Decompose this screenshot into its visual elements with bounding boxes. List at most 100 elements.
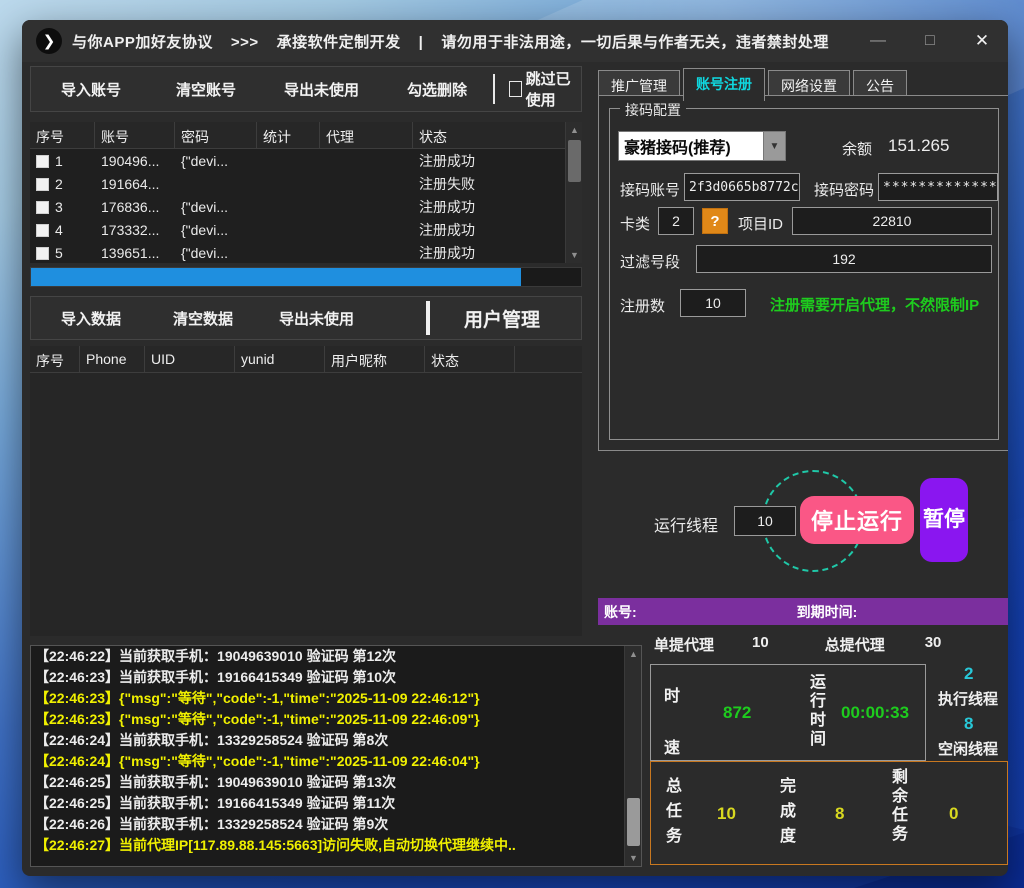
- col-status[interactable]: 状态: [425, 346, 515, 372]
- table-row[interactable]: 1 190496... {"devi... 注册成功: [30, 149, 582, 172]
- table-row[interactable]: 3 176836... {"devi... 注册成功: [30, 195, 582, 218]
- help-icon[interactable]: ?: [702, 208, 728, 234]
- license-account-label: 账号:: [604, 602, 637, 622]
- col-status[interactable]: 状态: [413, 122, 546, 148]
- sms-password-input[interactable]: *****************: [878, 173, 998, 201]
- app-window: ❯ 与你APP加好友协议>>>承接软件定制开发|请勿用于非法用途，一切后果与作者…: [22, 20, 1008, 876]
- total-proxy-value: 30: [925, 634, 942, 655]
- clear-accounts-button[interactable]: 清空账号: [176, 79, 236, 100]
- log-line: 【22:46:24】当前获取手机：13329258524 验证码 第8次: [31, 730, 641, 751]
- log-line: 【22:46:27】当前代理IP[117.89.88.145:5663]访问失败…: [31, 835, 641, 856]
- log-line: 【22:46:26】当前获取手机：13329258524 验证码 第9次: [31, 814, 641, 835]
- exec-threads-label: 执行线程: [938, 688, 998, 709]
- sms-provider-select[interactable]: 豪猪接码(推荐) ▼: [618, 131, 786, 161]
- log-line: 【22:46:23】当前获取手机：19166415349 验证码 第10次: [31, 667, 641, 688]
- col-index[interactable]: 序号: [30, 122, 95, 148]
- col-phone[interactable]: Phone: [80, 346, 145, 372]
- register-count-input[interactable]: 10: [680, 289, 746, 317]
- total-tasks-value: 10: [717, 804, 736, 824]
- stop-run-button[interactable]: 停止运行: [800, 496, 914, 544]
- table-row[interactable]: 4 173332... {"devi... 注册成功: [30, 218, 582, 241]
- scroll-up-icon[interactable]: ▲: [566, 122, 582, 138]
- import-data-button[interactable]: 导入数据: [61, 308, 121, 329]
- export-unused-accounts-button[interactable]: 导出未使用: [284, 79, 359, 100]
- scroll-up-icon[interactable]: ▲: [625, 646, 642, 662]
- log-line: 【22:46:23】{"msg":"等待","code":-1,"time":"…: [31, 709, 641, 730]
- register-count-label: 注册数: [620, 295, 665, 316]
- col-proxy[interactable]: 代理: [320, 122, 413, 148]
- idle-threads-value: 8: [964, 714, 973, 734]
- toolbar-divider: [426, 301, 430, 335]
- row-checkbox[interactable]: [36, 178, 49, 191]
- speed-label: 时速: [663, 671, 681, 775]
- scroll-down-icon[interactable]: ▼: [625, 850, 642, 866]
- log-scrollbar[interactable]: ▲ ▼: [624, 646, 641, 866]
- data-toolbar: 导入数据 清空数据 导出未使用 用户管理: [30, 296, 582, 340]
- log-line: 【22:46:23】{"msg":"等待","code":-1,"time":"…: [31, 688, 641, 709]
- table-row[interactable]: 2 191664... 注册失败: [30, 172, 582, 195]
- filter-prefix-label: 过滤号段: [620, 251, 680, 272]
- col-account[interactable]: 账号: [95, 122, 175, 148]
- license-bar: 账号: 到期时间:: [598, 598, 1008, 625]
- proxy-warning-note: 注册需要开启代理，不然限制IP: [770, 294, 979, 315]
- card-type-input[interactable]: 2: [658, 207, 694, 235]
- progress-fill: [31, 268, 521, 286]
- app-icon: ❯: [36, 28, 62, 54]
- idle-threads-label: 空闲线程: [938, 738, 998, 759]
- skip-used-checkbox[interactable]: [509, 81, 521, 97]
- import-accounts-button[interactable]: 导入账号: [61, 79, 121, 100]
- scroll-down-icon[interactable]: ▼: [566, 247, 582, 263]
- minimize-button[interactable]: —: [852, 32, 904, 50]
- sms-config-groupbox: 接码配置 豪猪接码(推荐) ▼ 余额 151.265 接码账号 2f3d0665…: [609, 108, 999, 440]
- col-stat[interactable]: 统计: [257, 122, 320, 148]
- tab-register[interactable]: 账号注册: [683, 68, 765, 101]
- accounts-table[interactable]: 序号 账号 密码 统计 代理 状态 1 190496... {"devi... …: [30, 122, 582, 263]
- register-progress-bar: [30, 267, 582, 287]
- row-checkbox[interactable]: [36, 155, 49, 168]
- remain-tasks-value: 0: [949, 804, 958, 824]
- close-button[interactable]: ✕: [956, 31, 1008, 51]
- col-yunid[interactable]: yunid: [235, 346, 325, 372]
- license-expire-label: 到期时间:: [797, 602, 858, 622]
- scrollbar-thumb[interactable]: [627, 798, 640, 846]
- export-unused-data-button[interactable]: 导出未使用: [279, 308, 354, 329]
- accounts-table-header: 序号 账号 密码 统计 代理 状态: [30, 122, 582, 149]
- total-proxy-label: 总提代理: [825, 634, 885, 655]
- scrollbar-thumb[interactable]: [568, 140, 581, 182]
- thread-count-label: 运行线程: [654, 512, 718, 536]
- skip-used-label: 跳过已使用: [526, 68, 581, 110]
- single-proxy-value: 10: [752, 634, 769, 655]
- thread-count-input[interactable]: 10: [734, 506, 796, 536]
- maximize-button[interactable]: □: [904, 32, 956, 50]
- accounts-table-scrollbar[interactable]: ▲ ▼: [565, 122, 582, 263]
- row-checkbox[interactable]: [36, 247, 49, 260]
- users-table[interactable]: 序号 Phone UID yunid 用户昵称 状态: [30, 346, 582, 636]
- log-line: 【22:46:25】当前获取手机：19049639010 验证码 第13次: [31, 772, 641, 793]
- done-label: 完成度: [779, 774, 797, 849]
- pause-button[interactable]: 暂停: [920, 478, 968, 562]
- table-row[interactable]: 5 139651... {"devi... 注册成功: [30, 241, 582, 263]
- col-uid[interactable]: UID: [145, 346, 235, 372]
- chevron-down-icon[interactable]: ▼: [763, 132, 785, 160]
- user-management-button[interactable]: 用户管理: [464, 305, 540, 332]
- col-password[interactable]: 密码: [175, 122, 257, 148]
- single-proxy-label: 单提代理: [654, 634, 714, 655]
- delete-checked-button[interactable]: 勾选删除: [407, 79, 467, 100]
- project-id-input[interactable]: 22810: [792, 207, 992, 235]
- filter-prefix-input[interactable]: 192: [696, 245, 992, 273]
- speed-value: 872: [723, 703, 751, 723]
- task-stats-box: 总任务 10 完成度 8 剩余任务 0: [650, 761, 1008, 865]
- col-nickname[interactable]: 用户昵称: [325, 346, 425, 372]
- done-value: 8: [835, 804, 844, 824]
- row-checkbox[interactable]: [36, 224, 49, 237]
- balance-label: 余额: [842, 138, 872, 159]
- sms-account-input[interactable]: 2f3d0665b8772cd: [684, 173, 800, 201]
- col-index[interactable]: 序号: [30, 346, 80, 372]
- window-title: 与你APP加好友协议>>>承接软件定制开发|请勿用于非法用途，一切后果与作者无关…: [72, 31, 847, 52]
- title-bar[interactable]: ❯ 与你APP加好友协议>>>承接软件定制开发|请勿用于非法用途，一切后果与作者…: [22, 20, 1008, 62]
- clear-data-button[interactable]: 清空数据: [173, 308, 233, 329]
- users-table-header: 序号 Phone UID yunid 用户昵称 状态: [30, 346, 582, 373]
- log-output[interactable]: 【22:46:22】当前获取手机：19049639010 验证码 第12次 【2…: [30, 645, 642, 867]
- row-checkbox[interactable]: [36, 201, 49, 214]
- remain-tasks-label: 剩余任务: [891, 768, 909, 844]
